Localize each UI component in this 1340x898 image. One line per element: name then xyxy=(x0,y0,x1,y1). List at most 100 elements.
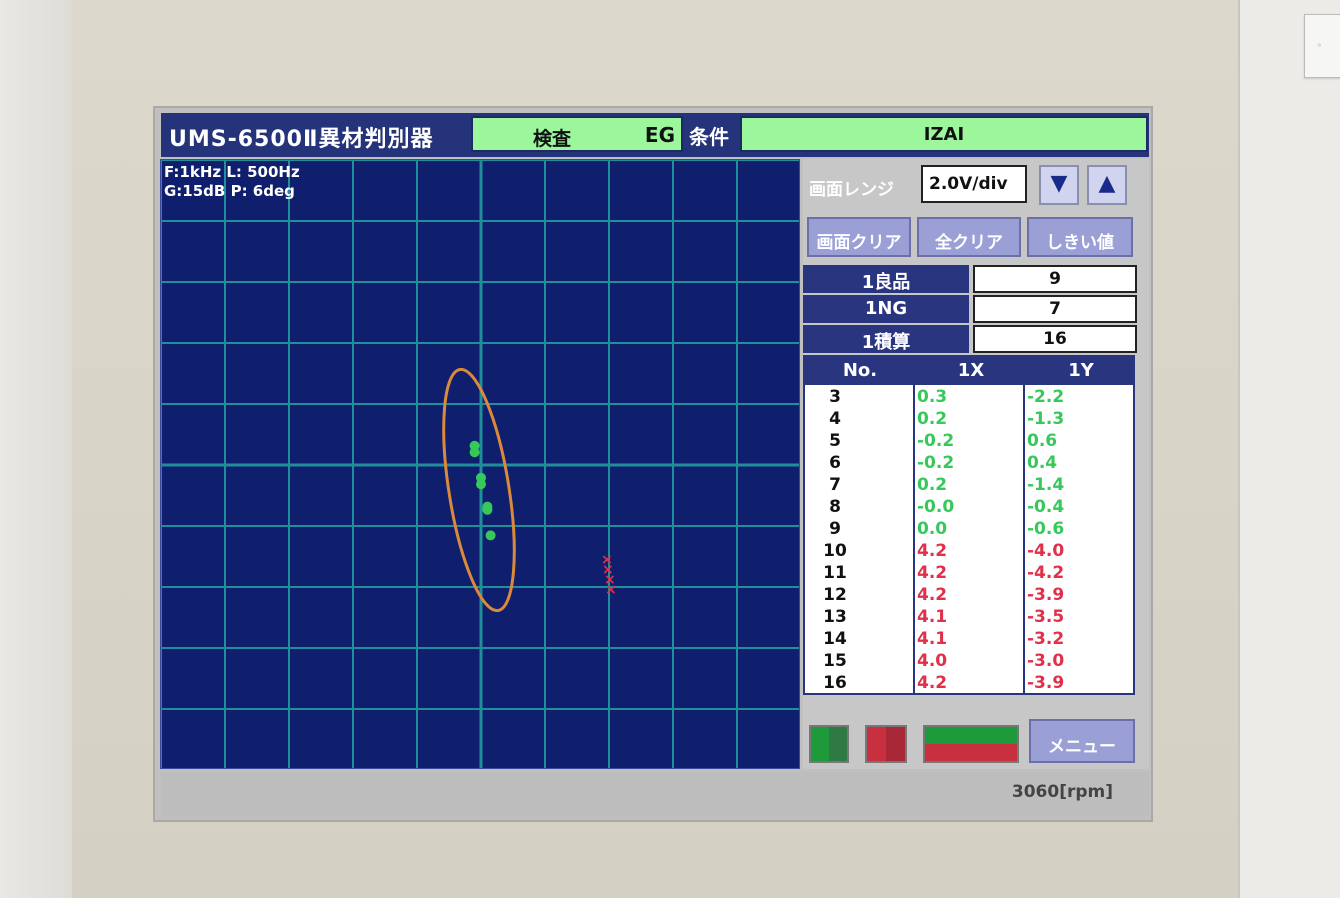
all-clear-label: 全クリア xyxy=(935,233,1003,253)
table-row[interactable]: 16 4.2 -3.9 xyxy=(805,673,1133,695)
signal-plot: × × × × F:1kHz L: 500Hz G:15dB P: 6deg xyxy=(160,159,800,769)
cell-x: -0.2 xyxy=(917,431,955,451)
condition-selector[interactable]: IZAI xyxy=(740,116,1148,152)
plot-grid xyxy=(161,160,799,768)
cell-x: -0.2 xyxy=(917,453,955,473)
cell-x: 4.0 xyxy=(917,651,948,671)
ng-mark: × xyxy=(605,582,617,598)
ng-marks: × × × × xyxy=(601,552,617,598)
threshold-button[interactable]: しきい値 xyxy=(1027,217,1133,257)
cell-no: 13 xyxy=(823,607,847,627)
stat-ng-value: 7 xyxy=(973,295,1137,323)
cell-no: 15 xyxy=(823,651,847,671)
xy-display-toggle[interactable] xyxy=(923,725,1019,763)
table-row[interactable]: 10 4.2 -4.0 xyxy=(805,541,1133,563)
table-row[interactable]: 8 -0.0 -0.4 xyxy=(805,497,1133,519)
sticker-mark: ◦ xyxy=(1317,41,1322,50)
range-value: 2.0V/div xyxy=(929,174,1008,194)
status-bar: 3060[rpm] xyxy=(161,772,1149,816)
stat-ng-value-text: 7 xyxy=(1049,299,1061,319)
table-row[interactable]: 7 0.2 -1.4 xyxy=(805,475,1133,497)
cell-x: 4.2 xyxy=(917,585,948,605)
screen-clear-label: 画面クリア xyxy=(816,233,902,253)
range-up-button[interactable]: ▲ xyxy=(1087,165,1127,205)
cell-x: 4.2 xyxy=(917,563,948,583)
cell-x: 4.1 xyxy=(917,629,948,649)
cell-y: -3.0 xyxy=(1027,651,1065,671)
background-wall-left xyxy=(0,0,72,898)
cell-y: -1.3 xyxy=(1027,409,1065,429)
stat-good-value-text: 9 xyxy=(1049,269,1061,289)
range-label: 画面レンジ xyxy=(809,180,894,200)
table-row[interactable]: 14 4.1 -3.2 xyxy=(805,629,1133,651)
table-row[interactable]: 15 4.0 -3.0 xyxy=(805,651,1133,673)
stat-good-value: 9 xyxy=(973,265,1137,293)
frequency-info: F:1kHz L: 500Hz xyxy=(164,163,300,181)
cell-no: 4 xyxy=(829,409,841,429)
cell-y: 0.6 xyxy=(1027,431,1058,451)
stat-total-label-text: 1積算 xyxy=(861,332,911,353)
gain-phase-info: G:15dB P: 6deg xyxy=(164,182,295,200)
cell-no: 8 xyxy=(829,497,841,517)
cell-no: 3 xyxy=(829,387,841,407)
table-row[interactable]: 5 -0.2 0.6 xyxy=(805,431,1133,453)
cell-no: 9 xyxy=(829,519,841,539)
cell-no: 6 xyxy=(829,453,841,473)
table-row[interactable]: 11 4.2 -4.2 xyxy=(805,563,1133,585)
screen-clear-button[interactable]: 画面クリア xyxy=(807,217,911,257)
cell-x: 4.1 xyxy=(917,607,948,627)
stat-total: 1積算 16 xyxy=(803,325,1139,353)
cell-y: -3.5 xyxy=(1027,607,1065,627)
cell-y: -2.2 xyxy=(1027,387,1065,407)
cell-y: 0.4 xyxy=(1027,453,1058,473)
cell-no: 12 xyxy=(823,585,847,605)
app-title: UMS-6500Ⅱ異材判別器 xyxy=(169,127,434,152)
stat-ng-label: 1NG xyxy=(803,295,969,323)
cell-y: -0.6 xyxy=(1027,519,1065,539)
stat-total-label: 1積算 xyxy=(803,325,969,353)
good-point xyxy=(476,479,486,490)
mode-indicator[interactable]: 検査 EG xyxy=(471,116,683,152)
y-display-toggle[interactable] xyxy=(865,725,907,763)
cell-x: -0.0 xyxy=(917,497,955,517)
good-point xyxy=(469,447,480,458)
cell-no: 10 xyxy=(823,541,847,561)
header-x: 1X xyxy=(957,360,985,381)
cell-no: 16 xyxy=(823,673,847,693)
table-row[interactable]: 12 4.2 -3.9 xyxy=(805,585,1133,607)
threshold-label: しきい値 xyxy=(1046,233,1114,253)
up-arrow-icon: ▲ xyxy=(1098,171,1116,196)
table-row[interactable]: 6 -0.2 0.4 xyxy=(805,453,1133,475)
menu-button[interactable]: メニュー xyxy=(1029,719,1135,763)
cell-x: 0.2 xyxy=(917,409,948,429)
cell-y: -0.4 xyxy=(1027,497,1065,517)
cell-no: 7 xyxy=(829,475,841,495)
menu-label: メニュー xyxy=(1048,737,1116,757)
cell-y: -4.2 xyxy=(1027,563,1065,583)
threshold-ellipse xyxy=(442,367,516,613)
hmi-screen: UMS-6500Ⅱ異材判別器 検査 EG 条件 IZAI × × × × F:1… xyxy=(153,106,1153,822)
table-row[interactable]: 3 0.3 -2.2 xyxy=(805,387,1133,409)
cell-x: 4.2 xyxy=(917,541,948,561)
cell-y: -3.9 xyxy=(1027,585,1065,605)
down-arrow-icon: ▼ xyxy=(1050,171,1068,196)
cell-no: 5 xyxy=(829,431,841,451)
stat-good-label-text: 1良品 xyxy=(861,272,911,293)
cell-no: 14 xyxy=(823,629,847,649)
stat-total-value: 16 xyxy=(973,325,1137,353)
table-row[interactable]: 9 0.0 -0.6 xyxy=(805,519,1133,541)
table-row[interactable]: 4 0.2 -1.3 xyxy=(805,409,1133,431)
cell-y: -4.0 xyxy=(1027,541,1065,561)
cell-x: 4.2 xyxy=(917,673,948,693)
stat-ng-label-text: 1NG xyxy=(864,298,908,319)
cell-no: 11 xyxy=(823,563,847,583)
range-down-button[interactable]: ▼ xyxy=(1039,165,1079,205)
x-display-toggle[interactable] xyxy=(809,725,849,763)
stat-good: 1良品 9 xyxy=(803,265,1139,293)
measurement-table[interactable]: No. 1X 1Y 3 0.3 -2.2 4 0.2 -1.3 5 -0.2 0.6 6 -0.2 0… xyxy=(803,355,1135,695)
all-clear-button[interactable]: 全クリア xyxy=(917,217,1021,257)
good-point xyxy=(482,504,493,515)
header-y: 1Y xyxy=(1068,360,1094,381)
range-display: 2.0V/div xyxy=(921,165,1027,203)
table-row[interactable]: 13 4.1 -3.5 xyxy=(805,607,1133,629)
